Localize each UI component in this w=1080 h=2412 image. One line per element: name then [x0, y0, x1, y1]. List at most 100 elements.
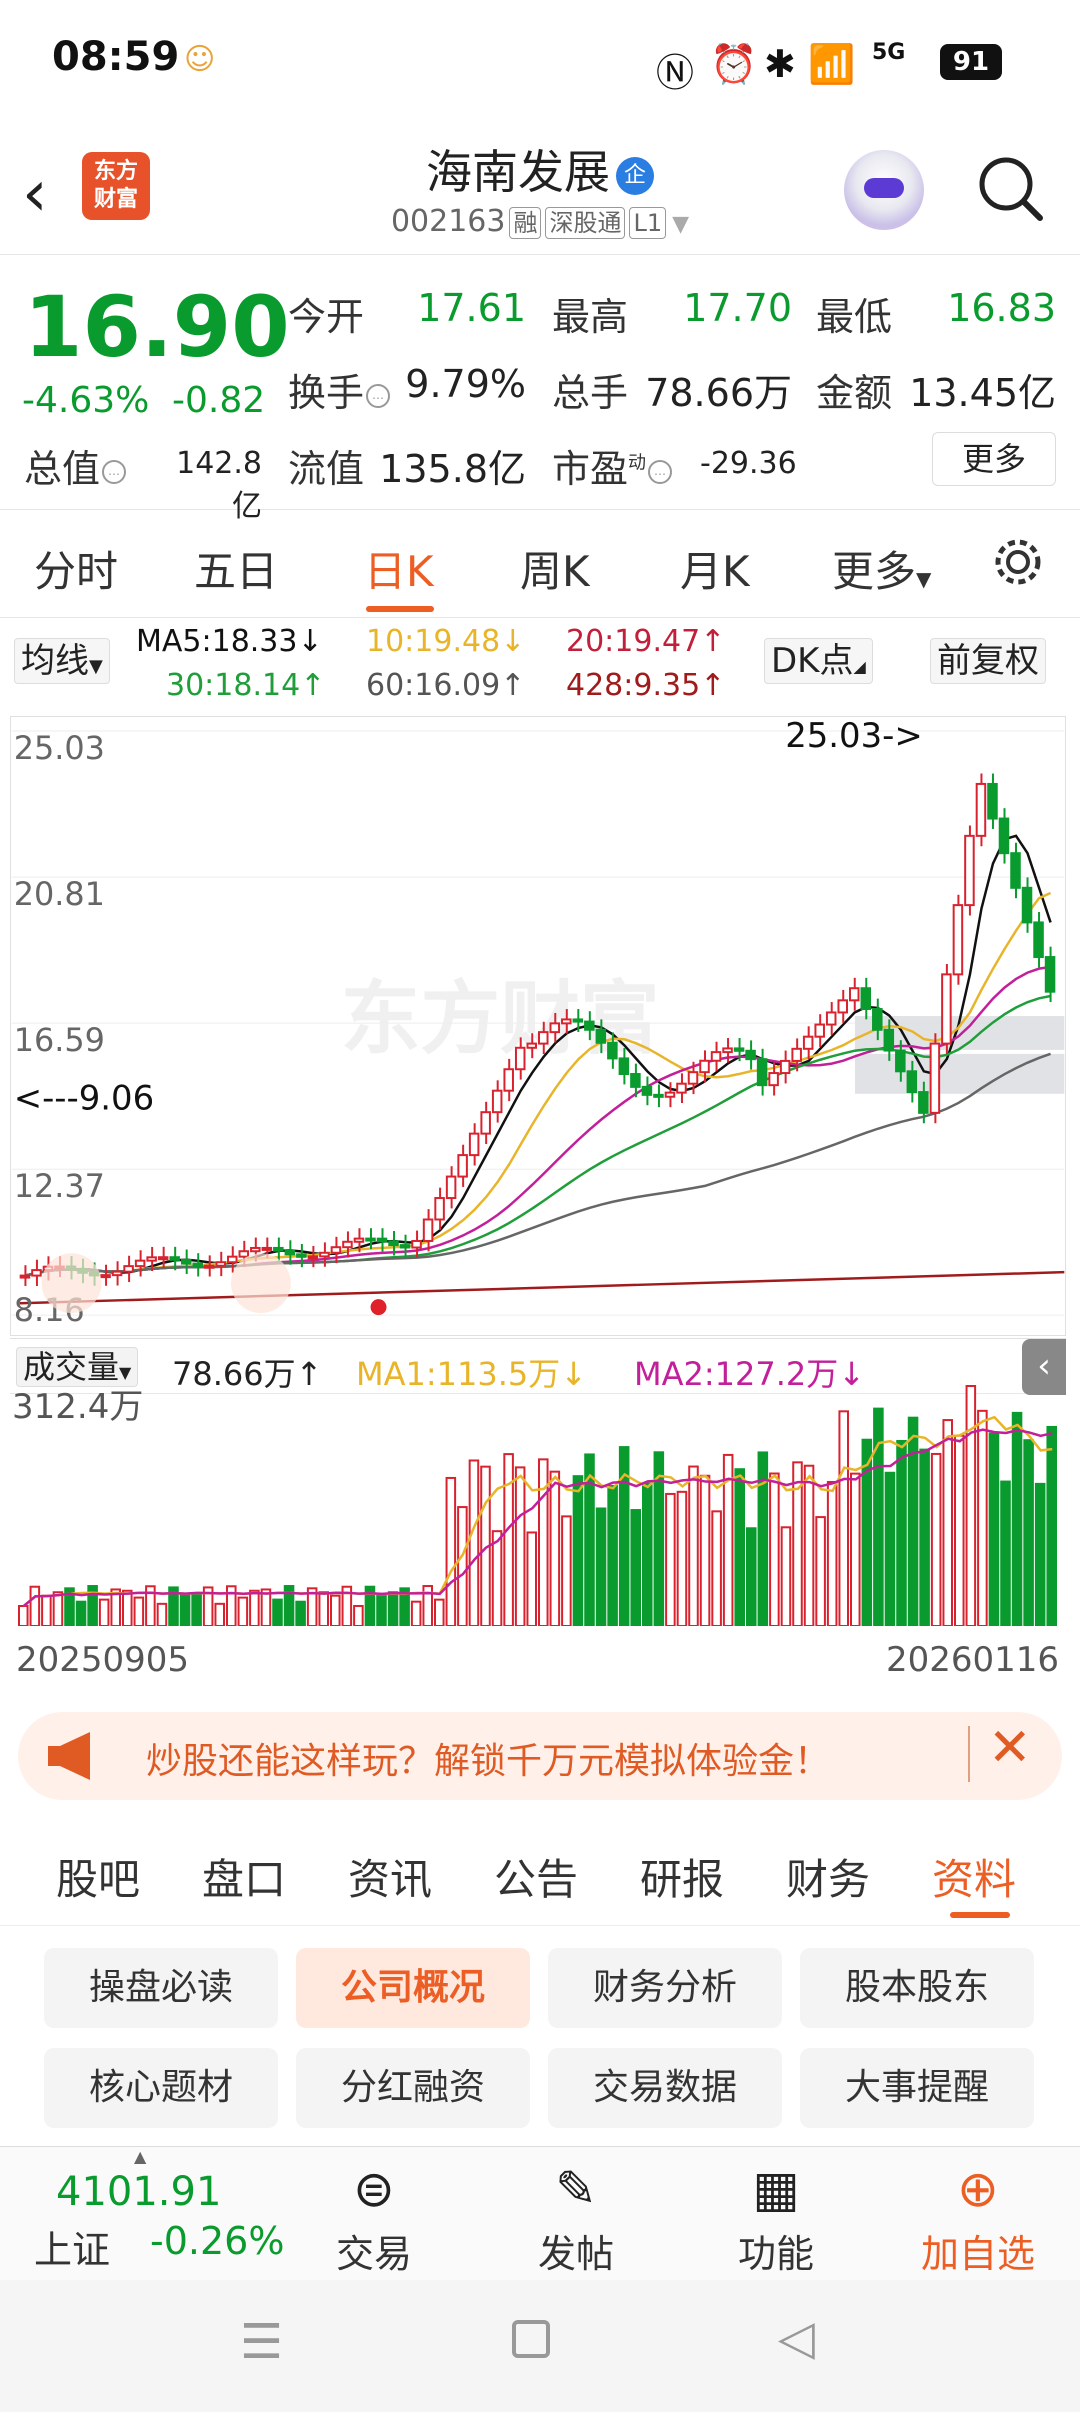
grid-events[interactable]: 大事提醒 [800, 2048, 1034, 2128]
volume-bar [977, 1409, 988, 1626]
signal-bubble-icon[interactable] [230, 1253, 291, 1314]
home-icon[interactable] [512, 2320, 550, 2358]
candle-body [514, 1046, 526, 1071]
info-icon[interactable]: … [366, 383, 391, 408]
promo-banner[interactable]: 炒股还能这样玩？解锁千万元模拟体验金！ ✕ [18, 1712, 1062, 1800]
candle-body [422, 1218, 434, 1242]
battery-icon: 91 [940, 44, 1002, 80]
candle-body [503, 1068, 514, 1092]
grid-shareholders[interactable]: 股本股东 [800, 1948, 1034, 2028]
mktcap-label: 总值… [24, 438, 128, 493]
info-icon[interactable]: … [102, 459, 127, 484]
volume-chart[interactable]: 312.4万 [10, 1336, 1066, 1626]
tab-news[interactable]: 资讯 [348, 1846, 432, 1907]
event-dot[interactable] [370, 1299, 387, 1316]
change-percent: -4.63% [22, 380, 150, 421]
signal-bubble-icon[interactable] [41, 1253, 102, 1314]
grid-financial-analysis[interactable]: 财务分析 [548, 1948, 782, 2028]
candle-body [584, 1020, 595, 1031]
info-icon[interactable]: … [648, 459, 673, 484]
candle-body [330, 1246, 342, 1254]
tab-announcements[interactable]: 公告 [494, 1846, 578, 1907]
candle-body [768, 1072, 779, 1087]
ma428-line [19, 1270, 1065, 1305]
grid-apps-icon: ▦ [752, 2160, 800, 2218]
grid-company-overview[interactable]: 公司概况 [296, 1948, 530, 2028]
add-watchlist-button[interactable]: ⊕ 加自选 [908, 2159, 1048, 2278]
caret-up-icon[interactable]: ▲ [134, 2147, 146, 2166]
index-value[interactable]: 4101.91 [56, 2169, 221, 2215]
volume-bar [1011, 1411, 1023, 1626]
tab-weekly-k[interactable]: 周K [520, 538, 590, 599]
ma-selector-label: 均线 [21, 641, 89, 681]
tab-more[interactable]: 更多▼ [832, 538, 931, 599]
float-value: 135.8亿 [379, 447, 526, 491]
settings-gear-icon[interactable] [990, 534, 1046, 590]
ma-selector[interactable]: 均线▼ [14, 638, 110, 684]
tab-daily-k[interactable]: 日K [364, 538, 434, 599]
y-axis-labels: 25.0320.8116.5912.378.16 [14, 729, 105, 1329]
tab-orderbook[interactable]: 盘口 [202, 1846, 286, 1907]
volume-bar [942, 1419, 954, 1626]
grid-dividends[interactable]: 分红融资 [296, 2048, 530, 2128]
tab-forum[interactable]: 股吧 [56, 1846, 140, 1907]
ma428-value: 428:9.35↑ [566, 668, 726, 703]
more-button[interactable]: 更多 [932, 432, 1056, 486]
candle-body [261, 1246, 273, 1251]
high-marker: 25.03-> [785, 716, 923, 755]
candle-body [561, 1018, 572, 1025]
app-notification-icon: ☺ [184, 42, 216, 77]
trade-button[interactable]: ⊜ 交易 [304, 2159, 444, 2278]
assistant-robot-avatar[interactable] [844, 150, 924, 230]
post-button[interactable]: ✎ 发帖 [506, 2159, 646, 2278]
tab-profile[interactable]: 资料 [932, 1846, 1016, 1907]
candlestick-chart[interactable]: 东方财富 25.0320.8116.5912.378.16 25.03-> <-… [10, 716, 1066, 1336]
menu-icon[interactable]: ☰ [240, 2314, 283, 2370]
search-icon[interactable] [976, 154, 1046, 224]
back-nav-icon[interactable]: ◁ [778, 2310, 815, 2366]
candle-body [630, 1073, 641, 1088]
dk-point-button[interactable]: DK点◢ [764, 638, 873, 684]
index-name: 上证 [34, 2228, 111, 2272]
grid-trading-data[interactable]: 交易数据 [548, 2048, 782, 2128]
tab-finance[interactable]: 财务 [786, 1846, 870, 1907]
active-tab-underline [366, 606, 434, 612]
functions-button[interactable]: ▦ 功能 [706, 2159, 846, 2278]
grid-core-themes[interactable]: 核心题材 [44, 2048, 278, 2128]
tab-five-day[interactable]: 五日 [194, 538, 278, 599]
grid-trading-guide[interactable]: 操盘必读 [44, 1948, 278, 2028]
candle-body [699, 1059, 710, 1074]
candle-body [653, 1093, 664, 1098]
candle-body [238, 1250, 250, 1258]
close-icon[interactable]: ✕ [988, 1718, 1032, 1778]
tab-timeshare[interactable]: 分时 [34, 538, 118, 599]
volume-value: 78.66万 [645, 371, 792, 415]
y-tick-label: 25.03 [14, 729, 105, 767]
ma60-value: 60:16.09↑ [366, 668, 526, 703]
candle-body [273, 1246, 284, 1252]
pe-label-text: 市盈 [552, 447, 629, 491]
tab-research[interactable]: 研报 [640, 1846, 724, 1907]
candle-body [929, 1042, 941, 1114]
caret-down-icon: ▼ [916, 567, 932, 591]
candle-body [595, 1028, 607, 1044]
volume-bar [769, 1472, 780, 1626]
turnover-value: 9.79% [405, 362, 526, 406]
candle-body [802, 1035, 814, 1050]
price-adjust-button[interactable]: 前复权 [930, 638, 1046, 684]
volume-bar [907, 1416, 919, 1626]
nfc-icon: Ⓝ [656, 51, 695, 95]
candle-body [664, 1091, 676, 1098]
tab-monthly-k[interactable]: 月K [680, 538, 750, 599]
post-label: 发帖 [537, 2232, 614, 2276]
volume-bar [514, 1466, 526, 1626]
candle-body [123, 1265, 134, 1273]
volume-bar [133, 1596, 145, 1626]
signal-icon: 5G [872, 40, 906, 65]
candle-body [1010, 852, 1021, 889]
candle-body [860, 987, 872, 1010]
volume-bar [711, 1510, 722, 1626]
volume-bar [410, 1600, 422, 1626]
volume-bar [572, 1475, 584, 1626]
period-tabs: 分时 五日 日K 周K 月K 更多▼ [0, 512, 1080, 618]
